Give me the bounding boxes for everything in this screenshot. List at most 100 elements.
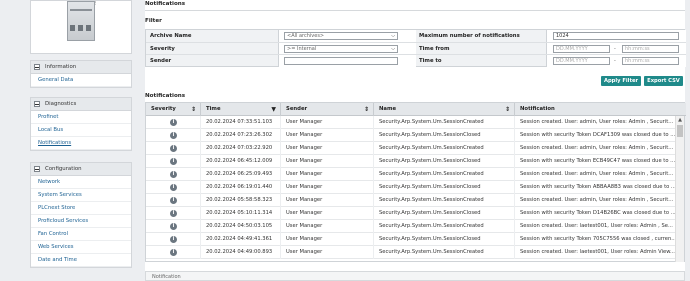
sidebar-item-general-data[interactable]: General Data — [31, 74, 131, 87]
information-header[interactable]: Information — [31, 61, 131, 74]
max-notifications-input[interactable]: 1024 — [553, 32, 679, 40]
notification-cell: Session created. User: laetest001, User … — [515, 246, 676, 259]
severity-cell: i — [146, 168, 201, 181]
collapse-icon[interactable] — [34, 64, 40, 70]
notification-cell: Session created. User: admin, User roles… — [515, 142, 676, 155]
info-icon: i — [170, 197, 177, 204]
vertical-scrollbar[interactable]: ▲ — [675, 116, 684, 262]
column-header-label: Severity — [151, 106, 176, 112]
table-row[interactable]: i 20.02.2024 04:50:03.105 User Manager Secu… — [146, 220, 676, 233]
sidebar-item-web-services[interactable]: Web Services — [31, 241, 131, 254]
time-cell: 20.02.2024 04:50:03.105 — [201, 220, 281, 233]
collapse-icon[interactable] — [34, 101, 40, 107]
sort-down-icon: ▼ — [271, 106, 276, 113]
sidebar-item-network[interactable]: Network — [31, 176, 131, 189]
name-cell: Security.Arp.System.Um.SessionClosed — [374, 233, 515, 246]
notification-cell: Session created. User: admin, User roles… — [515, 168, 676, 181]
column-header-label: Time — [206, 106, 221, 112]
notification-cell: Session with security Token ECB49C47 was… — [515, 155, 676, 168]
sender-cell: User Manager — [281, 194, 374, 207]
sender-input[interactable] — [284, 57, 398, 65]
info-icon: i — [170, 132, 177, 139]
severity-select-value: >= Internal — [287, 46, 317, 52]
name-cell: Security.Arp.System.Um.SessionCreated — [374, 220, 515, 233]
column-header-notification[interactable]: Notification — [515, 103, 686, 116]
information-title: Information — [45, 64, 77, 70]
apply-filter-button[interactable]: Apply Filter — [601, 76, 641, 86]
table-row[interactable]: i 20.02.2024 06:45:12.009 User Manager Secu… — [146, 155, 676, 168]
scrollbar-thumb[interactable] — [677, 125, 683, 137]
sidebar: AXC F 2152 Information General Data Diag… — [30, 0, 132, 281]
column-header-sender[interactable]: Sender ⇕ — [281, 103, 374, 116]
time-from-date-input[interactable]: DD.MM.YYYY — [553, 45, 610, 53]
severity-cell: i — [146, 116, 201, 129]
name-cell: Security.Arp.System.Um.SessionClosed — [374, 207, 515, 220]
diagnostics-header[interactable]: Diagnostics — [31, 98, 131, 111]
time-from-label: Time from — [419, 46, 450, 52]
column-header-label: Name — [379, 106, 397, 112]
table-row[interactable]: i 20.02.2024 05:58:58.323 User Manager Secu… — [146, 194, 676, 207]
column-header-name[interactable]: Name ⇕ — [374, 103, 515, 116]
severity-cell: i — [146, 142, 201, 155]
archive-cell: <All archives> ⌵ — [278, 30, 416, 42]
sidebar-item-date-and-time[interactable]: Date and Time — [31, 254, 131, 267]
table-row[interactable]: i 20.02.2024 07:33:51.103 User Manager Secu… — [146, 116, 676, 129]
table-row[interactable]: i 20.02.2024 06:19:01.440 User Manager Secu… — [146, 181, 676, 194]
sidebar-item-fan-control[interactable]: Fan Control — [31, 228, 131, 241]
sidebar-item-system-services[interactable]: System Services — [31, 189, 131, 202]
notification-detail-panel: Notification — [145, 271, 685, 281]
notification-cell: Session with security Token DCAF1309 was… — [515, 129, 676, 142]
severity-select[interactable]: >= Internal ⌵ — [284, 45, 398, 53]
time-to-time-input[interactable]: hh:mm:ss — [622, 57, 679, 65]
name-cell: Security.Arp.System.Um.SessionCreated — [374, 246, 515, 259]
main-content: Notifications Filter Archive Name <All a… — [145, 0, 686, 281]
max-cell: 1024 — [546, 30, 686, 42]
sidebar-item-local-bus[interactable]: Local Bus — [31, 124, 131, 137]
sender-label: Sender — [150, 58, 172, 64]
name-cell: Security.Arp.System.Um.SessionCreated — [374, 116, 515, 129]
severity-cell: i — [146, 207, 201, 220]
sidebar-item-notifications[interactable]: Notifications — [31, 137, 131, 150]
sender-cell: User Manager — [281, 129, 374, 142]
table-row[interactable]: i 20.02.2024 07:23:26.302 User Manager Secu… — [146, 129, 676, 142]
time-to-date-input[interactable]: DD.MM.YYYY — [553, 57, 610, 65]
sidebar-item-proficloud-services[interactable]: Proficloud Services — [31, 215, 131, 228]
export-csv-button[interactable]: Export CSV — [644, 76, 683, 86]
severity-cell: i — [146, 155, 201, 168]
table-row[interactable]: i 20.02.2024 05:10:11.314 User Manager Secu… — [146, 207, 676, 220]
table-row[interactable]: i 20.02.2024 04:49:41.361 User Manager Secu… — [146, 233, 676, 246]
notification-cell: Session created. User: admin, User roles… — [515, 194, 676, 207]
column-header-severity[interactable]: Severity ⇕ — [146, 103, 201, 116]
max-label: Maximum number of notifications — [419, 33, 520, 39]
table-row[interactable]: i 20.02.2024 07:03:22.920 User Manager Secu… — [146, 142, 676, 155]
notification-cell: Session with security Token ABBAA8B3 was… — [515, 181, 676, 194]
sort-arrows-icon: ⇕ — [363, 106, 369, 113]
sender-cell: User Manager — [281, 142, 374, 155]
name-cell: Security.Arp.System.Um.SessionCreated — [374, 142, 515, 155]
table-row[interactable]: i 20.02.2024 04:49:00.893 User Manager Secu… — [146, 246, 676, 259]
notifications-table: Severity ⇕ Time ▼ Sender ⇕ Name ⇕ Notifi… — [145, 102, 686, 262]
configuration-header[interactable]: Configuration — [31, 163, 131, 176]
dash: - — [614, 46, 616, 52]
name-cell: Security.Arp.System.Um.SessionCreated — [374, 194, 515, 207]
filter-row: Archive Name <All archives> ⌵ Maximum nu… — [146, 30, 686, 42]
information-panel: Information General Data — [30, 60, 132, 88]
archive-select[interactable]: <All archives> ⌵ — [284, 32, 398, 40]
time-from-time-input[interactable]: hh:mm:ss — [622, 45, 679, 53]
sort-arrows-icon: ⇕ — [504, 106, 510, 113]
sender-cell: User Manager — [281, 116, 374, 129]
sidebar-item-plcnext-store[interactable]: PLCnext Store — [31, 202, 131, 215]
time-to-cell: DD.MM.YYYY - hh:mm:ss — [546, 55, 686, 67]
collapse-icon[interactable] — [34, 166, 40, 172]
info-icon: i — [170, 210, 177, 217]
time-cell: 20.02.2024 04:49:00.893 — [201, 246, 281, 259]
column-header-time[interactable]: Time ▼ — [201, 103, 281, 116]
table-header: Severity ⇕ Time ▼ Sender ⇕ Name ⇕ Notifi… — [146, 103, 686, 116]
table-row[interactable]: i 20.02.2024 06:25:09.493 User Manager Secu… — [146, 168, 676, 181]
time-cell: 20.02.2024 06:19:01.440 — [201, 181, 281, 194]
scroll-up-icon[interactable]: ▲ — [676, 116, 684, 124]
diagnostics-title: Diagnostics — [45, 101, 77, 107]
sidebar-item-profinet[interactable]: Profinet — [31, 111, 131, 124]
notification-cell: Session created. User: admin, User roles… — [515, 116, 676, 129]
notification-cell: Session with security Token D14B26BC was… — [515, 207, 676, 220]
